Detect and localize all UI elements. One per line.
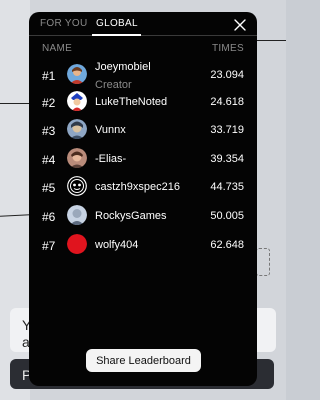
- share-leaderboard-button[interactable]: Share Leaderboard: [86, 349, 201, 372]
- avatar-photo-icon: [67, 204, 87, 225]
- player-time: 44.735: [210, 181, 244, 194]
- player-time: 50.005: [210, 209, 244, 222]
- rank-label: #2: [42, 95, 56, 110]
- leaderboard-modal: FOR YOU GLOBAL NAME TIMES #1 Joeymobiel …: [29, 12, 257, 386]
- player-time: 24.618: [210, 95, 244, 108]
- player-time: 39.354: [210, 152, 244, 165]
- leaderboard-row[interactable]: #4 -Elias- 39.354: [29, 144, 257, 173]
- background-line: [0, 103, 30, 104]
- rank-label: #5: [42, 181, 56, 196]
- column-header-times: TIMES: [211, 43, 244, 54]
- leaderboard-row[interactable]: #2 LukeTheNoted 24.618: [29, 87, 257, 116]
- tab-for-you[interactable]: FOR YOU: [40, 18, 87, 29]
- avatar-portrait-icon: [67, 64, 87, 84]
- player-name: LukeTheNoted: [95, 95, 168, 108]
- rank-label: #4: [42, 152, 56, 167]
- active-tab-indicator: [92, 34, 141, 36]
- avatar-photo-icon: [67, 119, 87, 140]
- player-name: castzh9xspec216: [95, 181, 180, 194]
- leaderboard-row[interactable]: #3 Vunnx 33.719: [29, 115, 257, 144]
- tab-bar: FOR YOU GLOBAL: [29, 12, 257, 36]
- avatar-character-icon: [67, 90, 87, 111]
- background-line: [257, 40, 286, 41]
- rank-label: #6: [42, 209, 56, 224]
- avatar-mask-icon: [67, 176, 87, 197]
- avatar-solid-red-icon: [67, 233, 87, 254]
- background-dashed-marker: [256, 248, 270, 276]
- rank-label: #1: [42, 69, 56, 83]
- close-icon[interactable]: [233, 17, 247, 31]
- avatar-portrait-icon: [67, 147, 87, 168]
- leaderboard-row[interactable]: #1 Joeymobiel Creator 23.094: [29, 58, 257, 91]
- player-time: 23.094: [210, 69, 244, 81]
- player-name: RockysGames: [95, 209, 167, 222]
- column-header-name: NAME: [42, 43, 73, 54]
- leaderboard-row[interactable]: #7 wolfy404 62.648: [29, 230, 257, 259]
- leaderboard-row[interactable]: #5 castzh9xspec216 44.735: [29, 172, 257, 201]
- rank-label: #3: [42, 124, 56, 139]
- leaderboard-list: #1 Joeymobiel Creator 23.094 #2 LukeTheN…: [29, 58, 257, 258]
- leaderboard-row[interactable]: #6 RockysGames 50.005: [29, 201, 257, 230]
- player-time: 33.719: [210, 124, 244, 137]
- player-name: Vunnx: [95, 124, 126, 137]
- player-time: 62.648: [210, 238, 244, 251]
- player-name: -Elias-: [95, 152, 127, 165]
- tab-global[interactable]: GLOBAL: [96, 18, 138, 29]
- player-name: Joeymobiel: [95, 61, 151, 73]
- player-name: wolfy404: [95, 238, 139, 251]
- rank-label: #7: [42, 238, 56, 253]
